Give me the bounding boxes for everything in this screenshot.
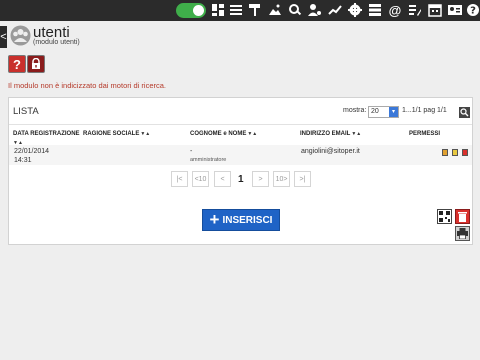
prev-page-button[interactable]: < <box>214 171 231 187</box>
column-permissions-label: PERMESSI <box>409 131 441 137</box>
users-group-icon <box>10 25 31 46</box>
list-panel: LISTA mostra: 20 ▾ 1...1/1 pag 1/1 DATA … <box>8 97 473 245</box>
current-page: 1 <box>238 174 244 185</box>
page-info: 1...1/1 pag 1/1 <box>402 107 447 114</box>
last-page-button[interactable]: >| <box>294 171 311 187</box>
divider <box>9 124 472 125</box>
document-icon[interactable] <box>442 149 448 156</box>
svg-text:?: ? <box>470 6 476 17</box>
calendar-icon[interactable] <box>428 3 442 17</box>
user-settings-icon[interactable] <box>308 3 322 17</box>
help-button[interactable]: ? <box>8 55 26 73</box>
help-icon[interactable]: ? <box>466 3 480 17</box>
column-header-name[interactable]: COGNOME e NOME▼▲ <box>190 131 257 137</box>
menu-icon[interactable] <box>229 3 243 17</box>
sort-arrows-icon[interactable]: ▼▲ <box>140 131 150 137</box>
prev-10-pages-button[interactable]: <10 <box>192 171 209 187</box>
column-header-date[interactable]: DATA REGISTRAZIONE <box>13 131 80 137</box>
plus-icon: + <box>209 210 220 229</box>
gear-icon[interactable] <box>348 3 362 17</box>
indexing-notice: Il modulo non è indicizzato dai motori d… <box>8 81 166 90</box>
qr-code-icon[interactable] <box>437 209 452 224</box>
cell-email: angiolini@sitoper.it <box>301 148 360 155</box>
chevron-down-icon: ▾ <box>389 107 398 117</box>
contact-card-icon[interactable] <box>448 3 462 17</box>
column-email-label: INDIRIZZO EMAIL <box>300 131 351 137</box>
list-title: LISTA <box>13 106 39 117</box>
delete-all-icon[interactable] <box>455 209 470 224</box>
rows-per-page-value: 20 <box>371 108 379 115</box>
cell-time: 14:31 <box>14 157 32 164</box>
column-header-permissions: PERMESSI <box>409 131 440 137</box>
lock-button[interactable] <box>27 55 45 73</box>
back-button[interactable]: < <box>0 26 7 48</box>
print-icon[interactable] <box>455 226 470 241</box>
column-header-email[interactable]: INDIRIZZO EMAIL▼▲ <box>300 131 361 137</box>
delete-icon[interactable] <box>462 149 468 156</box>
column-name-label: COGNOME e NOME <box>190 131 247 137</box>
insert-label: INSERISCI <box>222 214 273 226</box>
sort-arrows-icon[interactable]: ▼▲ <box>247 131 257 137</box>
at-sign-icon[interactable]: @ <box>388 3 402 18</box>
column-header-company[interactable]: RAGIONE SOCIALE▼▲ <box>83 131 150 137</box>
lock-icon <box>30 58 42 70</box>
trending-icon[interactable] <box>328 3 342 17</box>
rows-per-page-select[interactable]: 20 ▾ <box>368 106 399 118</box>
table-row[interactable] <box>9 145 472 165</box>
insert-button[interactable]: + INSERISCI <box>202 209 280 231</box>
status-toggle[interactable] <box>176 3 206 18</box>
show-label: mostra: <box>343 107 367 114</box>
dashboard-icon[interactable] <box>211 3 225 17</box>
first-page-button[interactable]: |< <box>171 171 188 187</box>
edit-icon[interactable] <box>452 149 458 156</box>
cell-name: - <box>190 148 193 155</box>
edit-list-icon[interactable] <box>408 3 422 17</box>
top-toolbar: @ ? <box>0 0 480 21</box>
cell-role: amministratore <box>190 157 227 163</box>
toggle-knob <box>193 5 204 16</box>
next-10-pages-button[interactable]: 10> <box>273 171 290 187</box>
image-icon[interactable] <box>268 3 282 17</box>
page-subtitle: (modulo utenti) <box>33 39 80 46</box>
column-company-label: RAGIONE SOCIALE <box>83 131 140 137</box>
next-page-button[interactable]: > <box>252 171 269 187</box>
search-icon[interactable] <box>459 105 470 118</box>
cell-date: 22/01/2014 <box>14 148 50 155</box>
list-icon[interactable] <box>368 3 382 17</box>
column-date-label: DATA REGISTRAZIONE <box>13 131 80 137</box>
paint-roller-icon[interactable] <box>248 3 262 17</box>
search-settings-icon[interactable] <box>288 3 302 17</box>
sort-arrows-icon[interactable]: ▼▲ <box>351 131 361 137</box>
